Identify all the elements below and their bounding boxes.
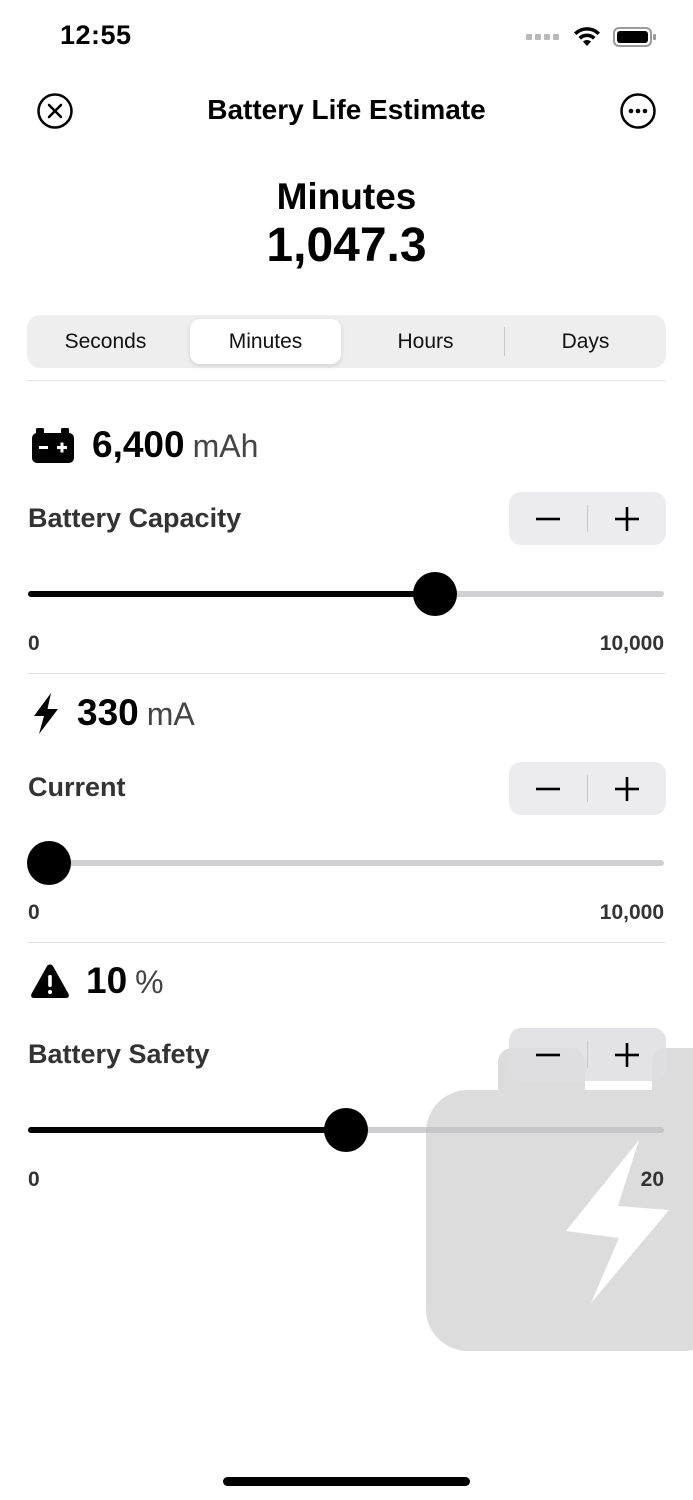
capacity-decrement-button[interactable] — [509, 492, 587, 545]
safety-label: Battery Safety — [28, 1039, 210, 1069]
segment-divider — [504, 327, 505, 356]
safety-value-row: 10 % — [86, 960, 164, 1002]
current-slider-thumb[interactable] — [27, 841, 71, 885]
minus-icon — [536, 1053, 560, 1056]
battery-bolt-watermark-icon — [426, 1048, 693, 1351]
safety-min-label: 0 — [28, 1168, 40, 1191]
plus-icon — [615, 1042, 639, 1067]
capacity-slider[interactable] — [28, 572, 664, 616]
status-icons — [526, 26, 657, 48]
minus-icon — [536, 517, 560, 520]
home-indicator[interactable] — [223, 1477, 470, 1486]
capacity-stepper — [509, 492, 666, 545]
capacity-value: 6,400 — [92, 424, 185, 465]
result-value: 1,047.3 — [266, 219, 427, 272]
time-unit-segmented-control: Seconds Minutes Hours Days — [27, 315, 666, 368]
divider — [27, 673, 666, 674]
segment-seconds[interactable]: Seconds — [30, 319, 181, 364]
segment-hours[interactable]: Hours — [350, 319, 501, 364]
minus-icon — [536, 787, 560, 790]
segment-days[interactable]: Days — [510, 319, 661, 364]
battery-status-icon — [613, 27, 656, 47]
safety-increment-button[interactable] — [588, 1028, 666, 1081]
capacity-increment-button[interactable] — [588, 492, 666, 545]
capacity-min-label: 0 — [28, 632, 40, 655]
segment-minutes[interactable]: Minutes — [190, 319, 341, 364]
capacity-value-row: 6,400 mAh — [92, 424, 258, 466]
current-value-row: 330 mA — [77, 692, 195, 734]
safety-unit: % — [135, 964, 164, 1000]
capacity-label: Battery Capacity — [28, 503, 242, 533]
more-options-button[interactable] — [619, 92, 657, 130]
safety-max-label: 20 — [640, 1168, 664, 1191]
current-decrement-button[interactable] — [509, 762, 587, 815]
capacity-unit: mAh — [192, 428, 259, 464]
lightning-bolt-icon — [34, 693, 58, 734]
safety-slider[interactable] — [28, 1108, 664, 1152]
page-title: Battery Life Estimate — [207, 94, 486, 125]
ellipsis-icon — [620, 93, 656, 129]
current-min-label: 0 — [28, 901, 40, 924]
current-value: 330 — [77, 692, 139, 733]
safety-slider-fill — [28, 1127, 346, 1133]
capacity-slider-fill — [28, 591, 435, 597]
plus-icon — [615, 776, 639, 801]
current-unit: mA — [146, 696, 195, 732]
wifi-icon — [574, 27, 600, 46]
current-slider[interactable] — [27, 841, 664, 885]
car-battery-icon — [32, 428, 74, 463]
capacity-max-label: 10,000 — [599, 632, 664, 655]
result-unit-label: Minutes — [276, 176, 417, 217]
current-stepper — [509, 762, 666, 815]
current-label: Current — [28, 772, 126, 802]
safety-value: 10 — [86, 960, 128, 1001]
status-time: 12:55 — [60, 20, 132, 50]
safety-stepper — [509, 1028, 666, 1081]
current-increment-button[interactable] — [588, 762, 666, 815]
plus-icon — [615, 506, 639, 531]
warning-triangle-icon — [31, 964, 69, 998]
safety-slider-thumb[interactable] — [324, 1108, 368, 1152]
divider — [27, 942, 666, 943]
safety-decrement-button[interactable] — [509, 1028, 587, 1081]
current-max-label: 10,000 — [599, 901, 664, 924]
cellular-signal-icon — [526, 34, 559, 40]
capacity-slider-thumb[interactable] — [413, 572, 457, 616]
divider — [27, 380, 666, 381]
